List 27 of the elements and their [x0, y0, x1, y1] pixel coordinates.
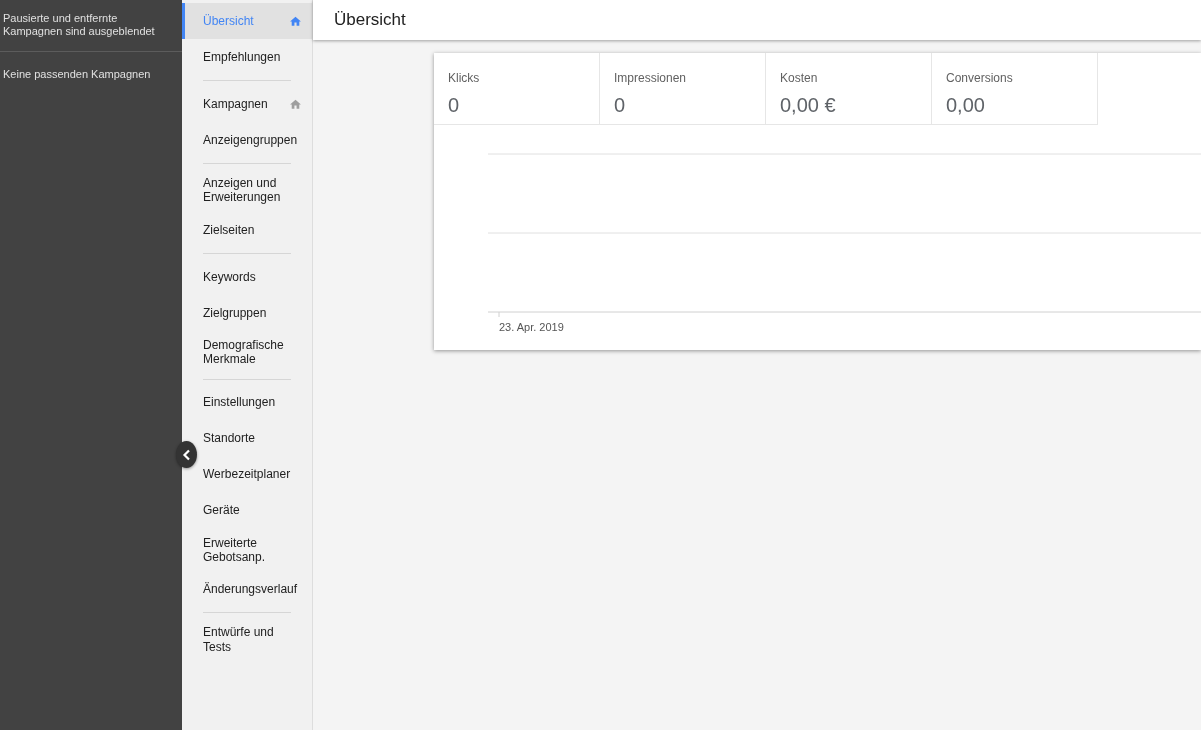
- axis-date-label: 23. Apr. 2019: [499, 319, 564, 335]
- metric-value: 0: [448, 93, 461, 117]
- nav-item[interactable]: Geräte: [182, 492, 312, 529]
- nav-item[interactable]: Werbezeitplaner: [182, 456, 312, 493]
- no-campaigns-text: Keine passenden Kampagnen: [2, 67, 152, 83]
- nav-item[interactable]: Einstellungen: [182, 384, 312, 421]
- nav-item[interactable]: Standorte: [182, 420, 312, 457]
- page-title: Übersicht: [334, 9, 406, 32]
- metric-value: 0: [614, 93, 627, 117]
- nav-item[interactable]: Kampagnen: [182, 86, 312, 122]
- metric-label: Conversions: [946, 70, 1014, 87]
- nav-item[interactable]: Empfehlungen: [182, 39, 312, 75]
- nav-item[interactable]: Anzeigen und Erweiterungen: [182, 169, 312, 212]
- nav-item[interactable]: Änderungsverlauf: [182, 571, 312, 608]
- metric-value: 0,00 €: [780, 93, 837, 117]
- nav-item[interactable]: Demografische Merkmale: [182, 330, 312, 374]
- chevron-left-icon: [181, 448, 192, 461]
- nav-item[interactable]: Keywords: [182, 258, 312, 295]
- metric-label: Impressionen: [614, 70, 688, 87]
- metric-label: Klicks: [448, 70, 481, 87]
- metric-label: Kosten: [780, 70, 819, 87]
- nav-item[interactable]: Entwürfe und Tests: [182, 618, 312, 662]
- nav-item[interactable]: Erweiterte Gebotsanp.: [182, 528, 312, 572]
- nav-item[interactable]: Zielseiten: [182, 211, 312, 248]
- nav-item[interactable]: Anzeigengruppen: [182, 122, 312, 158]
- metric-value: 0,00: [946, 93, 986, 117]
- nav-item[interactable]: Zielgruppen: [182, 294, 312, 331]
